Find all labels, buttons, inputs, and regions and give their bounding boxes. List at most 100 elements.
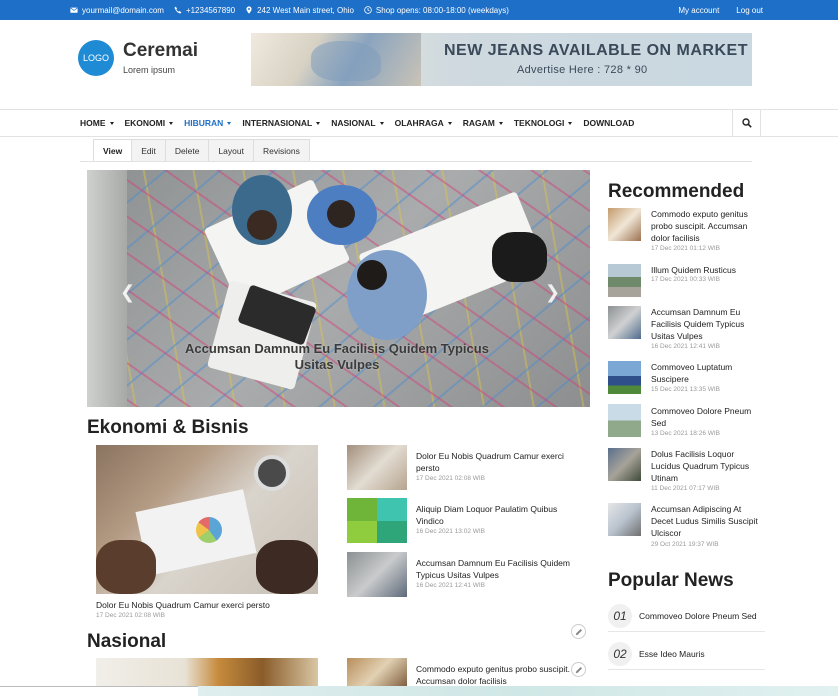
caret-down-icon bbox=[568, 121, 573, 125]
recommended-item-title[interactable]: Accumsan Adipiscing At Decet Ludus Simil… bbox=[651, 503, 761, 539]
recommended-item-title[interactable]: Commodo exputo genitus probo suscipit. A… bbox=[651, 208, 761, 244]
ekonomi-thumb-3[interactable] bbox=[347, 552, 407, 597]
envelope-icon bbox=[70, 7, 78, 13]
nav-item-nasional[interactable]: NASIONAL bbox=[331, 118, 384, 128]
recommended-thumb[interactable] bbox=[608, 264, 641, 297]
popular-item-title[interactable]: Esse Ideo Mauris bbox=[639, 649, 705, 659]
nasional-item-title[interactable]: Commodo exputo genitus probo suscipit. A… bbox=[416, 663, 576, 687]
popular-item-title[interactable]: Commoveo Dolore Pneum Sed bbox=[639, 611, 757, 621]
ekonomi-item-date: 17 Dec 2021 02:08 WIB bbox=[416, 475, 486, 482]
recommended-item-title[interactable]: Illum Quidem Rusticus bbox=[651, 264, 761, 276]
recommended-item-title[interactable]: Commoveo Dolore Pneum Sed bbox=[651, 405, 761, 429]
ekonomi-item-date: 16 Dec 2021 13:02 WIB bbox=[416, 528, 486, 535]
caret-down-icon bbox=[379, 121, 384, 125]
nav-item-olahraga[interactable]: OLAHRAGA bbox=[395, 118, 452, 128]
popular-item[interactable]: 02 Esse Ideo Mauris bbox=[608, 639, 765, 670]
recommended-title[interactable]: Recommended bbox=[608, 181, 744, 203]
popular-rank: 02 bbox=[608, 642, 632, 666]
nav-item-label: OLAHRAGA bbox=[394, 118, 444, 128]
recommended-thumb[interactable] bbox=[608, 208, 641, 241]
slider-caption[interactable]: Accumsan Damnum Eu Facilisis Quidem Typi… bbox=[177, 341, 497, 373]
tab-revisions[interactable]: Revisions bbox=[252, 139, 310, 161]
bottom-strip-right bbox=[198, 686, 838, 696]
caret-down-icon bbox=[316, 121, 321, 125]
popular-rank: 01 bbox=[608, 604, 632, 628]
recommended-thumb[interactable] bbox=[608, 361, 641, 394]
recommended-item-title[interactable]: Commoveo Luptatum Suscipere bbox=[651, 361, 761, 385]
recommended-item-date: 16 Dec 2021 12:41 WIB bbox=[651, 343, 721, 350]
my-account-link[interactable]: My account bbox=[678, 6, 719, 15]
recommended-thumb[interactable] bbox=[608, 448, 641, 481]
banner-subtitle: Advertise Here : 728 * 90 bbox=[517, 64, 648, 76]
site-slogan: Lorem ipsum bbox=[123, 65, 176, 75]
popular-item[interactable]: 01 Commoveo Dolore Pneum Sed bbox=[608, 601, 765, 632]
nasional-main-image[interactable] bbox=[96, 658, 318, 688]
map-pin-icon bbox=[246, 6, 252, 14]
nav-item-label: DOWNLOAD bbox=[583, 118, 635, 128]
recommended-item-title[interactable]: Accumsan Damnum Eu Facilisis Quidem Typi… bbox=[651, 306, 761, 342]
edit-block-button[interactable] bbox=[571, 624, 586, 639]
featured-slider[interactable]: ❮ ❯ Accumsan Damnum Eu Facilisis Quidem … bbox=[87, 170, 590, 407]
hours-text: Shop opens: 08:00-18:00 (weekdays) bbox=[375, 5, 509, 15]
section-title-nasional[interactable]: Nasional bbox=[87, 631, 166, 653]
nav-item-label: HOME bbox=[80, 118, 106, 128]
slider-prev-arrow[interactable]: ❮ bbox=[120, 282, 135, 303]
recommended-thumb[interactable] bbox=[608, 306, 641, 339]
popular-news-title[interactable]: Popular News bbox=[608, 570, 734, 592]
recommended-thumb[interactable] bbox=[608, 503, 641, 536]
ekonomi-item-title[interactable]: Accumsan Damnum Eu Facilisis Quidem Typi… bbox=[416, 557, 586, 581]
top-bar: yourmail@domain.com +1234567890 242 West… bbox=[0, 0, 838, 20]
banner-title: NEW JEANS AVAILABLE ON MARKET bbox=[444, 42, 748, 59]
slider-next-arrow[interactable]: ❯ bbox=[545, 282, 560, 303]
ad-banner[interactable]: NEW JEANS AVAILABLE ON MARKET Advertise … bbox=[251, 33, 752, 86]
tab-edit[interactable]: Edit bbox=[131, 139, 166, 161]
nav-item-teknologi[interactable]: TEKNOLOGI bbox=[514, 118, 573, 128]
ekonomi-item-title[interactable]: Aliquip Diam Loquor Paulatim Quibus Vind… bbox=[416, 503, 576, 527]
site-name[interactable]: Ceremai bbox=[123, 40, 198, 62]
pencil-icon bbox=[575, 628, 582, 635]
nav-item-ragam[interactable]: RAGAM bbox=[463, 118, 503, 128]
tab-view[interactable]: View bbox=[93, 139, 133, 161]
admin-tabs: View Edit Delete Layout Revisions bbox=[93, 139, 310, 161]
recommended-item-date: 11 Dec 2021 07:17 WIB bbox=[651, 485, 720, 492]
nav-item-ekonomi[interactable]: EKONOMI bbox=[125, 118, 174, 128]
tab-delete[interactable]: Delete bbox=[164, 139, 210, 161]
ekonomi-main-image-cup bbox=[254, 455, 290, 491]
bottom-strip-left bbox=[0, 686, 198, 696]
nav-item-label: NASIONAL bbox=[331, 118, 376, 128]
slider-image-person bbox=[247, 210, 277, 240]
email-text: yourmail@domain.com bbox=[82, 5, 164, 15]
ekonomi-main-image[interactable] bbox=[96, 445, 318, 594]
pencil-icon bbox=[575, 666, 582, 673]
nav-item-internasional[interactable]: INTERNASIONAL bbox=[242, 118, 321, 128]
ekonomi-main-title[interactable]: Dolor Eu Nobis Quadrum Camur exerci pers… bbox=[96, 599, 326, 611]
nav-item-label: RAGAM bbox=[462, 118, 495, 128]
section-title-ekonomi[interactable]: Ekonomi & Bisnis bbox=[87, 417, 249, 439]
ekonomi-item-title[interactable]: Dolor Eu Nobis Quadrum Camur exerci pers… bbox=[416, 450, 576, 474]
nav-item-home[interactable]: HOME bbox=[80, 118, 114, 128]
nasional-thumb-1[interactable] bbox=[347, 658, 407, 688]
ekonomi-thumb-2-block bbox=[347, 521, 377, 543]
ekonomi-main-image-pie bbox=[196, 517, 222, 543]
recommended-item-date: 17 Dec 2021 01:12 WIB bbox=[651, 245, 721, 252]
recommended-item-date: 13 Dec 2021 18:26 WIB bbox=[651, 430, 721, 437]
nav-item-hiburan[interactable]: HIBURAN bbox=[184, 118, 232, 128]
recommended-item-date: 15 Dec 2021 13:35 WIB bbox=[651, 386, 721, 393]
edit-block-button[interactable] bbox=[571, 662, 586, 677]
clock-icon bbox=[364, 6, 372, 14]
nav-item-download[interactable]: DOWNLOAD bbox=[583, 118, 634, 128]
site-logo[interactable]: LOGO bbox=[78, 40, 114, 76]
search-button[interactable] bbox=[732, 110, 761, 136]
tabs-underline bbox=[80, 161, 752, 162]
recommended-thumb[interactable] bbox=[608, 404, 641, 437]
ekonomi-item-date: 16 Dec 2021 12:41 WIB bbox=[416, 582, 486, 589]
logout-link[interactable]: Log out bbox=[736, 6, 763, 15]
ekonomi-thumb-1[interactable] bbox=[347, 445, 407, 490]
tab-layout[interactable]: Layout bbox=[208, 139, 254, 161]
slider-image-person bbox=[327, 200, 355, 228]
recommended-item-title[interactable]: Dolus Facilisis Loquor Lucidus Quadrum T… bbox=[651, 448, 761, 484]
address-text: 242 West Main street, Ohio bbox=[257, 5, 354, 15]
main-nav: HOME EKONOMI HIBURAN INTERNASIONAL NASIONAL O… bbox=[80, 110, 645, 136]
ekonomi-thumb-2[interactable] bbox=[347, 498, 407, 543]
ekonomi-main-image-hand bbox=[96, 540, 156, 594]
